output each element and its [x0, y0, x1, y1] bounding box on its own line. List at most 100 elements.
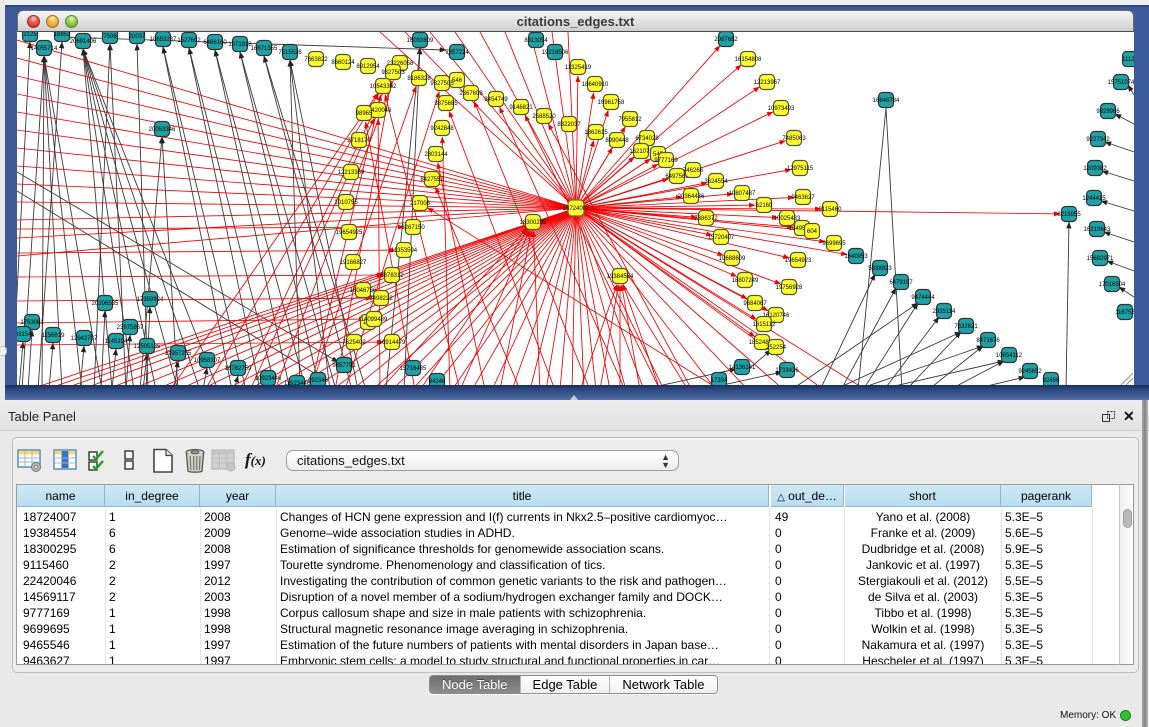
svg-text:8454749: 8454749 [484, 97, 508, 103]
svg-text:14136141: 14136141 [729, 365, 756, 371]
svg-text:9857791: 9857791 [332, 363, 356, 369]
svg-text:2588520: 2588520 [532, 114, 556, 120]
svg-text:7955812: 7955812 [618, 117, 642, 123]
svg-text:1362615: 1362615 [584, 130, 608, 136]
svg-text:116753: 116753 [1115, 310, 1134, 316]
svg-text:14099489: 14099489 [361, 317, 388, 323]
svg-text:1733426: 1733426 [775, 368, 799, 374]
svg-text:6466160: 6466160 [203, 40, 227, 46]
svg-text:2718170: 2718170 [347, 138, 371, 144]
svg-text:93154: 93154 [17, 332, 32, 338]
svg-text:16033809: 16033809 [407, 38, 434, 44]
svg-text:92456: 92456 [1043, 378, 1060, 384]
svg-text:7663822: 7663822 [304, 57, 328, 63]
svg-text:10958107: 10958107 [194, 358, 221, 364]
svg-text:15720407: 15720407 [708, 235, 735, 241]
svg-text:3624554: 3624554 [704, 179, 728, 185]
svg-text:16961758: 16961758 [598, 100, 625, 106]
svg-text:10923446: 10923446 [255, 376, 282, 382]
svg-text:12213967: 12213967 [754, 80, 781, 86]
svg-text:8471676: 8471676 [976, 338, 1000, 344]
svg-text:9329966: 9329966 [1096, 109, 1120, 115]
svg-text:8660124: 8660124 [331, 60, 355, 66]
svg-text:10807487: 10807487 [729, 191, 756, 197]
svg-text:10653287: 10653287 [150, 37, 177, 43]
svg-text:8215955: 8215955 [1057, 212, 1081, 218]
svg-text:8912954: 8912954 [356, 64, 380, 70]
svg-text:10543362: 10543362 [370, 84, 397, 90]
svg-text:217006: 217006 [410, 201, 431, 207]
svg-text:62160: 62160 [756, 203, 773, 209]
svg-text:604: 604 [807, 229, 818, 235]
svg-text:18640910: 18640910 [582, 82, 609, 88]
svg-text:8186328: 8186328 [407, 76, 431, 82]
svg-text:16953: 16953 [54, 32, 71, 38]
svg-text:1615112: 1615112 [753, 322, 777, 328]
svg-text:11123: 11123 [1122, 57, 1134, 63]
svg-text:8427552: 8427552 [420, 177, 444, 183]
svg-text:9777169: 9777169 [654, 158, 678, 164]
svg-text:8322037: 8322037 [557, 122, 581, 128]
svg-text:8813054: 8813054 [524, 38, 548, 44]
svg-text:1244415: 1244415 [1082, 196, 1106, 202]
svg-text:7386372: 7386372 [694, 216, 718, 222]
svg-text:9227342: 9227342 [1086, 137, 1110, 143]
svg-text:7506: 7506 [103, 34, 117, 40]
svg-text:9115460: 9115460 [819, 207, 843, 213]
svg-text:9699695: 9699695 [822, 241, 846, 247]
svg-text:2935114: 2935114 [933, 309, 957, 315]
svg-text:1753061: 1753061 [20, 320, 44, 326]
svg-text:15692971: 15692971 [1087, 256, 1114, 262]
svg-text:94246: 94246 [429, 379, 446, 385]
svg-text:7625402: 7625402 [342, 340, 366, 346]
svg-text:8267150: 8267150 [401, 225, 425, 231]
svg-text:2367608: 2367608 [459, 91, 483, 97]
svg-text:10973493: 10973493 [768, 106, 795, 112]
svg-text:6734028: 6734028 [635, 136, 659, 142]
svg-text:9245652: 9245652 [1018, 369, 1042, 375]
svg-text:9463627: 9463627 [791, 195, 815, 201]
svg-text:19654923: 19654923 [785, 258, 812, 264]
svg-text:1010755: 1010755 [334, 200, 358, 206]
svg-text:17016504: 17016504 [1099, 282, 1126, 288]
svg-text:292346: 292346 [308, 378, 329, 384]
svg-text:18724007: 18724007 [563, 206, 590, 212]
svg-text:11325419: 11325419 [565, 65, 592, 71]
svg-text:9327505: 9327505 [430, 81, 454, 87]
svg-text:8878312: 8878312 [380, 273, 404, 279]
svg-text:7857224: 7857224 [445, 50, 469, 56]
svg-text:20364436: 20364436 [678, 194, 705, 200]
svg-text:98965: 98965 [356, 111, 373, 117]
svg-text:20053346: 20053346 [149, 127, 176, 133]
svg-text:19218506: 19218506 [542, 50, 569, 56]
svg-text:1640953: 1640953 [844, 254, 868, 260]
svg-text:9474444: 9474444 [911, 295, 935, 301]
svg-text:8990448: 8990448 [605, 138, 629, 144]
svg-text:15751074: 15751074 [1108, 80, 1134, 86]
svg-text:6479197: 6479197 [889, 280, 913, 286]
svg-text:10654112: 10654112 [996, 353, 1023, 359]
svg-text:3875685: 3875685 [434, 101, 458, 107]
svg-text:11923446: 11923446 [284, 381, 311, 385]
svg-text:23975867: 23975867 [117, 325, 144, 331]
svg-text:746266: 746266 [683, 168, 704, 174]
svg-text:7632621: 7632621 [954, 324, 978, 330]
svg-text:1156819: 1156819 [42, 333, 66, 339]
svg-text:12213389: 12213389 [338, 170, 365, 176]
svg-text:9684067: 9684067 [743, 301, 767, 307]
svg-text:16210643: 16210643 [1084, 227, 1111, 233]
svg-text:12975115: 12975115 [787, 166, 814, 172]
svg-text:2125: 2125 [23, 32, 37, 38]
svg-text:1209382: 1209382 [1083, 166, 1107, 172]
svg-text:18300295: 18300295 [520, 220, 547, 226]
svg-text:9327503: 9327503 [381, 70, 405, 76]
svg-text:16782759: 16782759 [225, 366, 252, 372]
svg-text:5938923: 5938923 [868, 266, 892, 272]
svg-text:16914479: 16914479 [379, 340, 406, 346]
svg-text:16648784: 16648784 [873, 98, 900, 104]
svg-text:16046766: 16046766 [350, 288, 377, 294]
svg-text:16671355: 16671355 [251, 46, 278, 52]
svg-text:19166827: 19166827 [340, 260, 367, 266]
svg-text:20206535: 20206535 [92, 301, 119, 307]
svg-text:10688609: 10688609 [719, 256, 746, 262]
